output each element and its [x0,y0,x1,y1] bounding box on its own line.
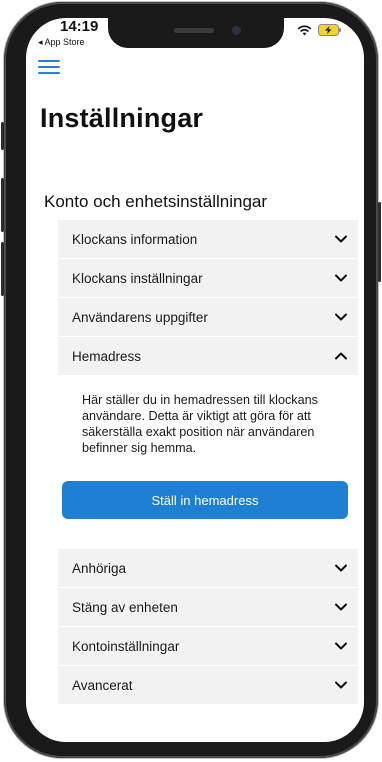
accordion-row-hemadress[interactable]: Hemadress [58,337,358,376]
accordion-label: Kontoinställningar [72,638,180,654]
accordion-row-anhoriga[interactable]: Anhöriga [58,549,358,588]
accordion-row-kontoinstallningar[interactable]: Kontoinställningar [58,627,358,666]
power-button [378,202,381,282]
wifi-icon [297,25,312,36]
back-to-app-store-link[interactable]: ◂ App Store [38,37,85,48]
accordion-row-stang-av-enheten[interactable]: Stäng av enheten [58,588,358,627]
phone-frame: 14:19 ◂ App Store Inställningar Konto oc… [1,2,381,758]
mute-switch [1,122,4,150]
chevron-down-icon [335,235,347,243]
app-screen: 14:19 ◂ App Store Inställningar Konto oc… [26,18,364,742]
chevron-down-icon [335,564,347,572]
accordion-label: Stäng av enheten [72,599,178,615]
accordion-row-avancerat[interactable]: Avancerat [58,666,358,705]
set-home-address-button[interactable]: Ställ in hemadress [62,481,348,519]
chevron-down-icon [335,681,347,689]
speaker [174,28,214,33]
accordion-label: Avancerat [72,677,133,693]
page-title: Inställningar [40,103,204,133]
front-camera [232,26,241,35]
battery-charging-icon [318,24,342,36]
hamburger-icon[interactable] [38,60,60,74]
accordion-group-top: Klockans information Klockans inställnin… [58,220,358,376]
accordion-label: Hemadress [72,348,142,364]
volume-up-button [1,178,4,232]
accordion-row-klockans-installningar[interactable]: Klockans inställningar [58,259,358,298]
accordion-row-anvandarens-uppgifter[interactable]: Användarens uppgifter [58,298,358,337]
hemadress-description: Här ställer du in hemadressen till klock… [82,393,318,455]
accordion-group-bottom: Anhöriga Stäng av enheten Kontoinställni… [58,549,358,705]
accordion-label: Anhöriga [72,560,127,576]
hemadress-panel: Här ställer du in hemadressen till klock… [58,375,358,547]
chevron-down-icon [335,642,347,650]
chevron-down-icon [335,274,347,282]
accordion-label: Klockans information [72,231,198,247]
notch [108,18,284,48]
chevron-up-icon [335,352,347,360]
chevron-down-icon [335,313,347,321]
section-title: Konto och enhetsinställningar [44,192,268,211]
accordion-label: Klockans inställningar [72,270,203,286]
accordion-row-klockans-information[interactable]: Klockans information [58,220,358,259]
accordion-label: Användarens uppgifter [72,309,208,325]
chevron-down-icon [335,603,347,611]
volume-down-button [1,242,4,296]
status-time: 14:19 [60,18,99,35]
status-indicators [297,24,342,36]
